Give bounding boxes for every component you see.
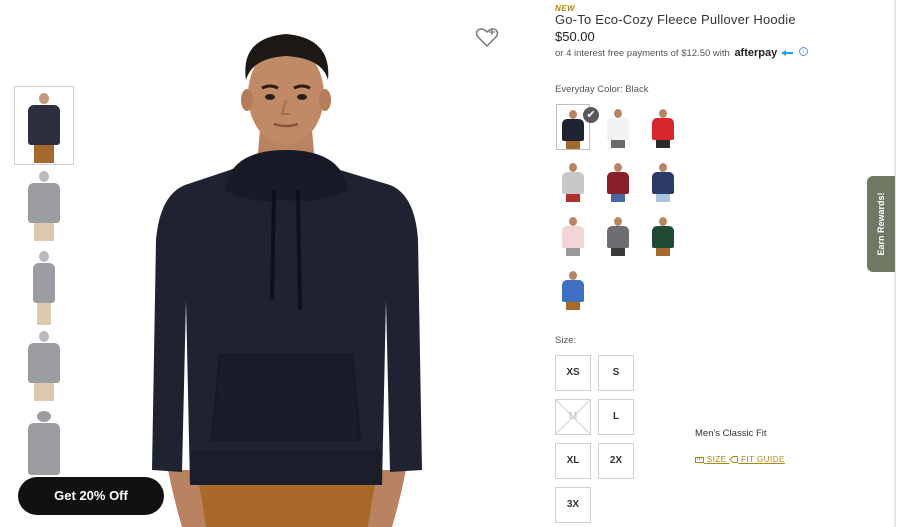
swatch-model-legs xyxy=(611,194,625,202)
thumbnail-full-body[interactable] xyxy=(14,245,74,325)
size-fit-guide-links: SIZE FIT GUIDE xyxy=(695,455,785,464)
swatch-hoodie-color xyxy=(652,172,674,194)
unavailable-cross-icon xyxy=(556,400,590,434)
swatch-model-legs xyxy=(656,194,670,202)
swatch-model-head xyxy=(569,163,577,172)
earn-rewards-label: Earn Rewards! xyxy=(876,192,886,256)
color-swatch[interactable] xyxy=(646,104,680,150)
color-swatch[interactable] xyxy=(601,158,635,204)
thumbnail-gallery xyxy=(14,86,74,485)
size-s-button[interactable]: S xyxy=(598,355,634,391)
tag-icon xyxy=(729,456,739,464)
thumbnail-front[interactable] xyxy=(14,86,74,165)
installment-info: or 4 interest free payments of $12.50 wi… xyxy=(555,47,808,59)
swatch-hoodie-color xyxy=(562,172,584,194)
size-m-button[interactable]: M xyxy=(555,399,591,435)
swatch-model-head xyxy=(659,163,667,172)
afterpay-logo: afterpay xyxy=(734,47,778,59)
swatch-hoodie-color xyxy=(652,118,674,140)
color-swatch[interactable]: ✔ xyxy=(556,104,599,150)
swatch-model-legs xyxy=(656,248,670,256)
installment-text: or 4 interest free payments of $12.50 wi… xyxy=(555,48,730,59)
thumbnail-figure xyxy=(39,93,49,104)
thumbnail-hood-up[interactable] xyxy=(14,405,74,485)
swatch-model-legs xyxy=(656,140,670,148)
swatch-hoodie-color xyxy=(652,226,674,248)
swatch-hoodie-color xyxy=(607,118,629,140)
swatch-model-head xyxy=(614,163,622,172)
swatch-model-head xyxy=(569,110,577,119)
swatch-hoodie-color xyxy=(562,226,584,248)
swatch-model-head xyxy=(614,109,622,118)
product-title: Go-To Eco-Cozy Fleece Pullover Hoodie xyxy=(555,12,796,27)
swatch-model-legs xyxy=(566,248,580,256)
color-swatch[interactable] xyxy=(601,104,635,150)
color-swatch[interactable] xyxy=(601,212,635,258)
size-2x-button[interactable]: 2X xyxy=(598,443,634,479)
color-label: Everyday Color: Black xyxy=(555,84,649,95)
swatch-model-legs xyxy=(611,140,625,148)
swatch-hoodie-color xyxy=(562,119,584,141)
info-icon[interactable]: i xyxy=(798,47,808,56)
product-price: $50.00 xyxy=(555,29,595,44)
swatch-model-head xyxy=(659,217,667,226)
color-swatch[interactable] xyxy=(646,212,680,258)
swatch-model-legs xyxy=(566,194,580,202)
fit-label: Men's Classic Fit xyxy=(695,428,767,439)
swatch-model-head xyxy=(614,217,622,226)
swatch-model-head xyxy=(569,271,577,280)
size-guide-link[interactable]: SIZE xyxy=(707,455,727,464)
color-swatch[interactable] xyxy=(556,158,590,204)
afterpay-arrow-icon xyxy=(780,50,793,57)
size-label: Size: xyxy=(555,335,577,346)
ruler-icon xyxy=(695,457,704,464)
swatch-model-head xyxy=(569,217,577,226)
swatch-model-head xyxy=(659,109,667,118)
product-main-image xyxy=(152,34,422,527)
selected-check-icon: ✔ xyxy=(583,107,599,123)
earn-rewards-tab[interactable]: Earn Rewards! xyxy=(867,176,895,272)
size-l-button[interactable]: L xyxy=(598,399,634,435)
swatch-hoodie-color xyxy=(607,172,629,194)
size-3x-button[interactable]: 3X xyxy=(555,487,591,523)
wishlist-heart-icon[interactable] xyxy=(475,26,499,48)
swatch-model-legs xyxy=(566,302,580,310)
swatch-hoodie-color xyxy=(562,280,584,302)
swatch-model-legs xyxy=(611,248,625,256)
get-discount-button[interactable]: Get 20% Off xyxy=(18,477,164,515)
swatch-hoodie-color xyxy=(607,226,629,248)
color-swatch[interactable] xyxy=(556,266,590,312)
size-xs-button[interactable]: XS xyxy=(555,355,591,391)
thumbnail-side[interactable] xyxy=(14,165,74,245)
fit-guide-link[interactable]: FIT GUIDE xyxy=(741,455,785,464)
thumbnail-back[interactable] xyxy=(14,325,74,405)
color-swatch[interactable] xyxy=(556,212,590,258)
swatch-model-legs xyxy=(566,141,580,149)
size-xl-button[interactable]: XL xyxy=(555,443,591,479)
color-swatch[interactable] xyxy=(646,158,680,204)
